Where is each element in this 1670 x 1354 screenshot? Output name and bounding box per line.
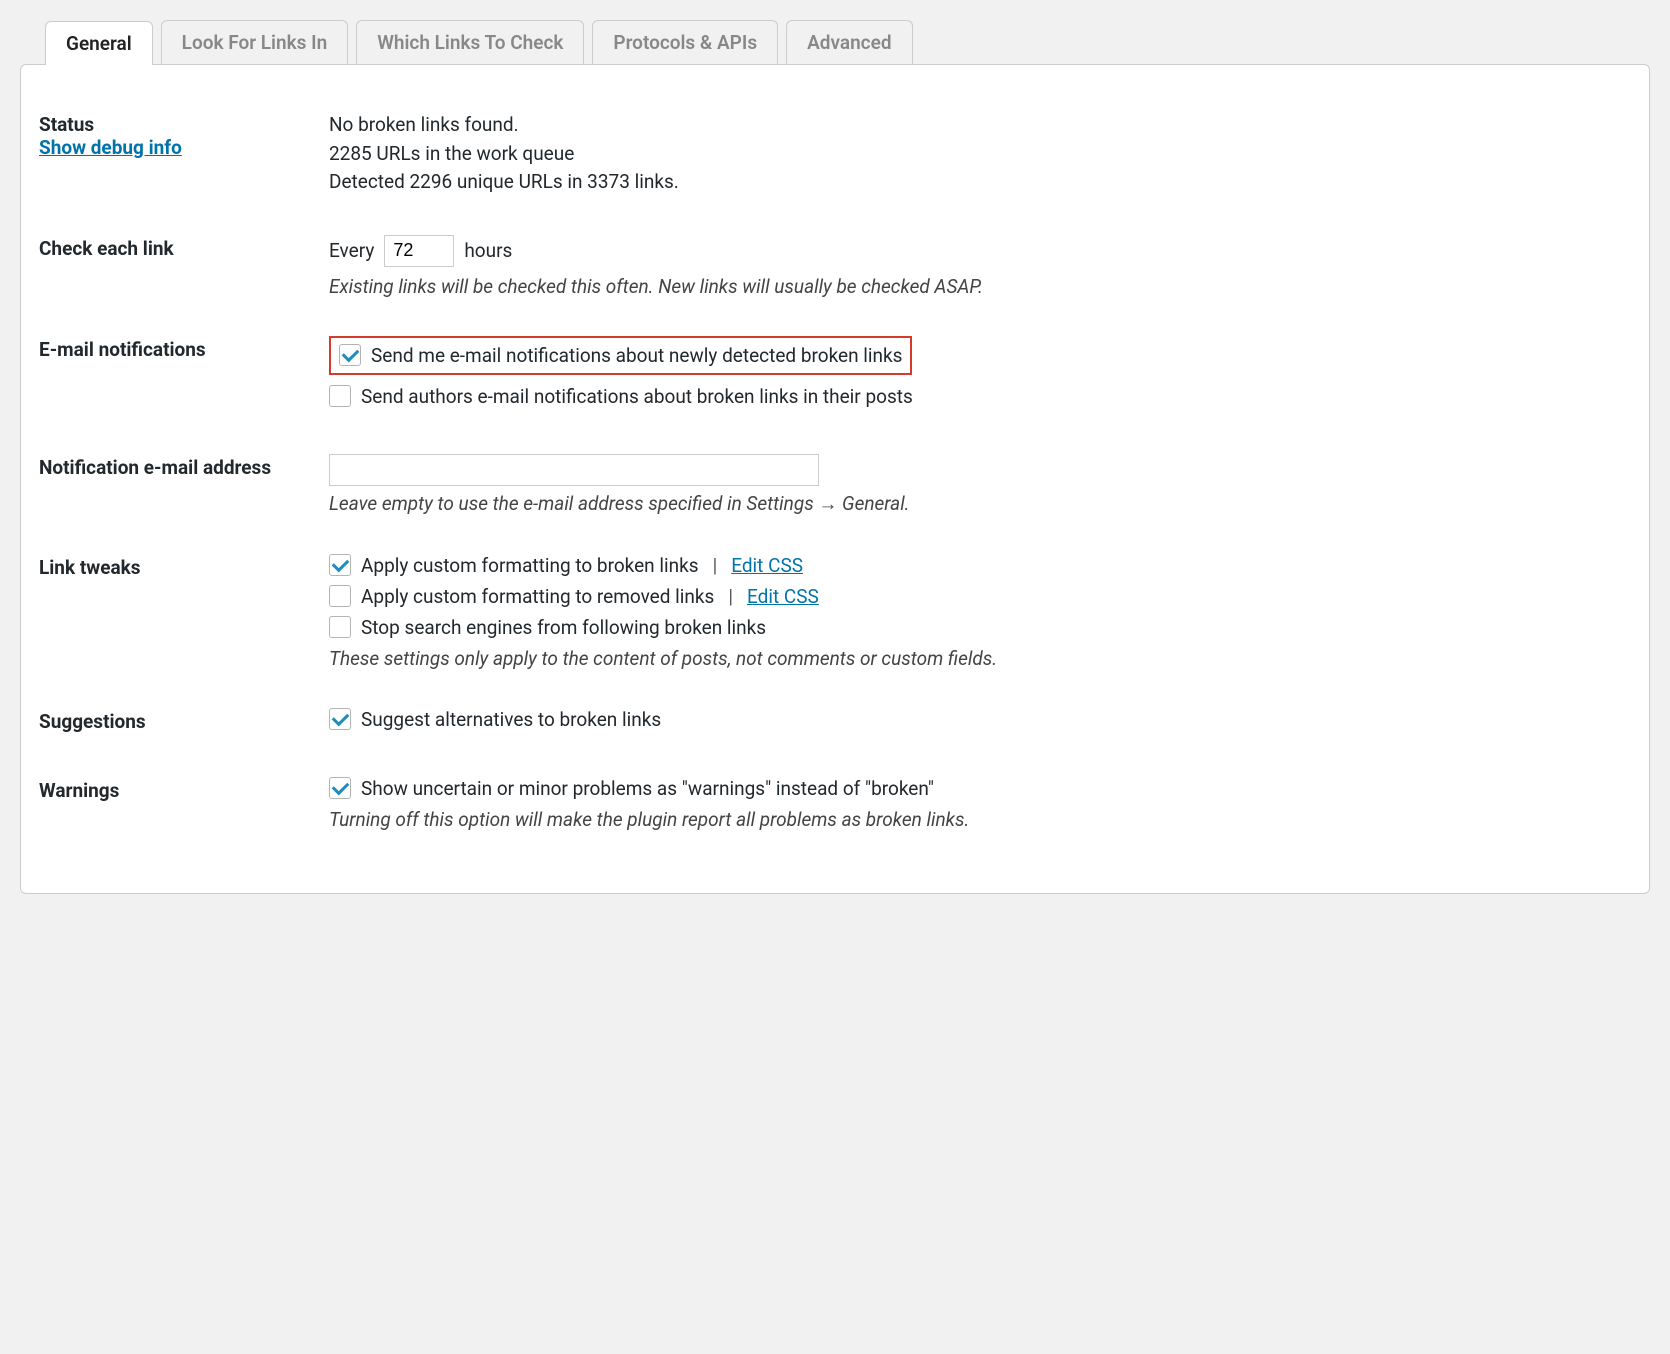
warnings-desc: Turning off this option will make the pl…: [329, 808, 1621, 831]
check-each-desc: Existing links will be checked this ofte…: [329, 275, 1621, 298]
edit-css-broken-link[interactable]: Edit CSS: [731, 554, 803, 577]
email-notif-highlight: Send me e-mail notifications about newly…: [329, 336, 912, 375]
email-notifications-label: E-mail notifications: [39, 320, 329, 438]
show-debug-info-link[interactable]: Show debug info: [39, 136, 182, 159]
email-notif-authors-checkbox[interactable]: [329, 385, 351, 407]
notification-email-desc: Leave empty to use the e-mail address sp…: [329, 492, 1621, 516]
format-broken-checkbox[interactable]: [329, 554, 351, 576]
email-notif-me-label: Send me e-mail notifications about newly…: [371, 344, 902, 367]
tab-advanced[interactable]: Advanced: [786, 20, 912, 64]
email-notif-me-checkbox[interactable]: [339, 344, 361, 366]
nofollow-broken-label: Stop search engines from following broke…: [361, 616, 766, 639]
check-each-link-label: Check each link: [39, 219, 329, 320]
check-interval-input[interactable]: [384, 235, 454, 267]
email-notif-authors-label: Send authors e-mail notifications about …: [361, 385, 913, 408]
warnings-label: Warnings: [39, 761, 329, 853]
nofollow-broken-checkbox[interactable]: [329, 616, 351, 638]
show-warnings-label: Show uncertain or minor problems as "war…: [361, 777, 934, 800]
check-each-suffix: hours: [464, 239, 512, 262]
link-tweaks-desc: These settings only apply to the content…: [329, 647, 1621, 670]
tab-general[interactable]: General: [45, 21, 153, 65]
suggest-alternatives-label: Suggest alternatives to broken links: [361, 708, 661, 731]
suggest-alternatives-checkbox[interactable]: [329, 708, 351, 730]
suggestions-label: Suggestions: [39, 692, 329, 761]
format-removed-checkbox[interactable]: [329, 585, 351, 607]
status-text: No broken links found. 2285 URLs in the …: [329, 111, 1621, 197]
link-tweaks-label: Link tweaks: [39, 538, 329, 692]
status-label: Status: [39, 113, 319, 136]
status-line-2: 2285 URLs in the work queue: [329, 140, 1621, 169]
check-each-prefix: Every: [329, 239, 374, 262]
status-line-1: No broken links found.: [329, 111, 1621, 140]
settings-panel: Status Show debug info No broken links f…: [20, 64, 1650, 894]
notification-email-label: Notification e-mail address: [39, 438, 329, 538]
notification-email-input[interactable]: [329, 454, 819, 486]
show-warnings-checkbox[interactable]: [329, 777, 351, 799]
tab-protocols-apis[interactable]: Protocols & APIs: [592, 20, 778, 64]
tab-look-for-links-in[interactable]: Look For Links In: [161, 20, 349, 64]
format-removed-label: Apply custom formatting to removed links: [361, 585, 714, 608]
tabs-bar: General Look For Links In Which Links To…: [45, 20, 1650, 64]
edit-css-removed-link[interactable]: Edit CSS: [747, 585, 819, 608]
status-line-3: Detected 2296 unique URLs in 3373 links.: [329, 168, 1621, 197]
format-broken-label: Apply custom formatting to broken links: [361, 554, 699, 577]
tab-which-links-to-check[interactable]: Which Links To Check: [356, 20, 584, 64]
